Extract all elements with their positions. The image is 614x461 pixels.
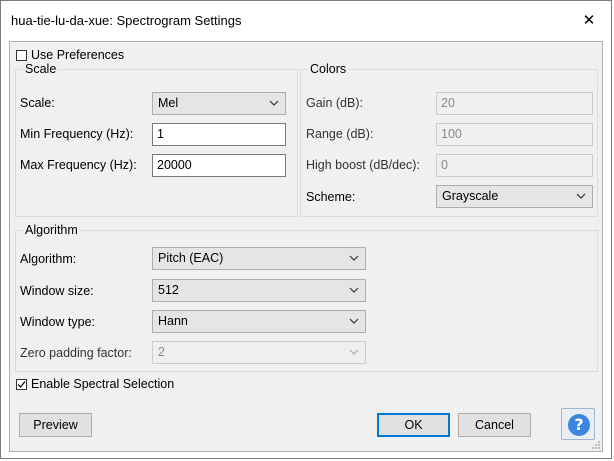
gain-label: Gain (dB):: [306, 96, 363, 110]
cancel-button[interactable]: Cancel: [458, 413, 531, 437]
help-icon: ?: [568, 414, 590, 436]
range-field[interactable]: 100: [436, 123, 593, 146]
window-size-dropdown-value: 512: [158, 283, 179, 297]
high-boost-field[interactable]: 0: [436, 154, 593, 177]
algorithm-dropdown-value: Pitch (EAC): [158, 251, 224, 265]
scheme-dropdown-value: Grayscale: [442, 189, 499, 203]
chevron-down-icon: [576, 193, 586, 199]
resize-grip-icon[interactable]: [591, 440, 601, 450]
min-frequency-label: Min Frequency (Hz):: [20, 127, 134, 141]
min-frequency-field[interactable]: 1: [152, 123, 286, 146]
zero-padding-dropdown-value: 2: [158, 345, 165, 359]
algorithm-label: Algorithm:: [20, 252, 77, 266]
high-boost-label: High boost (dB/dec):: [306, 158, 420, 172]
dialog-body: Use Preferences Scale Scale: Mel Min Fre…: [9, 41, 603, 452]
window-size-label: Window size:: [20, 284, 94, 298]
max-frequency-field[interactable]: 20000: [152, 154, 286, 177]
range-label: Range (dB):: [306, 127, 374, 141]
window-size-dropdown[interactable]: 512: [152, 279, 366, 302]
chevron-down-icon: [349, 318, 359, 324]
chevron-down-icon: [269, 100, 279, 106]
scheme-label: Scheme:: [306, 190, 356, 204]
gain-field[interactable]: 20: [436, 92, 593, 115]
window-type-dropdown-value: Hann: [158, 314, 188, 328]
window-type-dropdown[interactable]: Hann: [152, 310, 366, 333]
scale-dropdown-value: Mel: [158, 96, 179, 110]
scale-label: Scale:: [20, 96, 55, 110]
algorithm-group-title: Algorithm: [23, 223, 80, 237]
title-bar[interactable]: hua-tie-lu-da-xue: Spectrogram Settings …: [1, 1, 611, 41]
window-title: hua-tie-lu-da-xue: Spectrogram Settings: [11, 13, 242, 28]
enable-spectral-selection-label[interactable]: Enable Spectral Selection: [31, 377, 174, 392]
gain-value: 20: [441, 96, 455, 110]
colors-group-title: Colors: [308, 62, 349, 76]
window-type-label: Window type:: [20, 315, 96, 329]
use-preferences-checkbox[interactable]: [16, 50, 27, 61]
close-icon: ✕: [582, 11, 596, 29]
help-button[interactable]: ?: [561, 408, 595, 440]
max-frequency-value: 20000: [157, 158, 192, 172]
chevron-down-icon: [349, 349, 359, 355]
chevron-down-icon: [349, 255, 359, 261]
checkmark-icon: [17, 381, 26, 388]
min-frequency-value: 1: [157, 127, 164, 141]
zero-padding-dropdown[interactable]: 2: [152, 341, 366, 364]
preview-button[interactable]: Preview: [19, 413, 92, 437]
use-preferences-label[interactable]: Use Preferences: [31, 48, 124, 63]
scale-dropdown[interactable]: Mel: [152, 92, 286, 115]
scheme-dropdown[interactable]: Grayscale: [436, 185, 593, 208]
close-button[interactable]: ✕: [569, 5, 609, 35]
algorithm-dropdown[interactable]: Pitch (EAC): [152, 247, 366, 270]
enable-spectral-selection-checkbox[interactable]: [16, 379, 27, 390]
max-frequency-label: Max Frequency (Hz):: [20, 158, 137, 172]
scale-group-title: Scale: [23, 62, 59, 76]
zero-padding-label: Zero padding factor:: [20, 346, 132, 360]
ok-button[interactable]: OK: [377, 413, 450, 437]
chevron-down-icon: [349, 287, 359, 293]
range-value: 100: [441, 127, 462, 141]
spectrogram-settings-dialog: hua-tie-lu-da-xue: Spectrogram Settings …: [0, 0, 612, 459]
high-boost-value: 0: [441, 158, 448, 172]
